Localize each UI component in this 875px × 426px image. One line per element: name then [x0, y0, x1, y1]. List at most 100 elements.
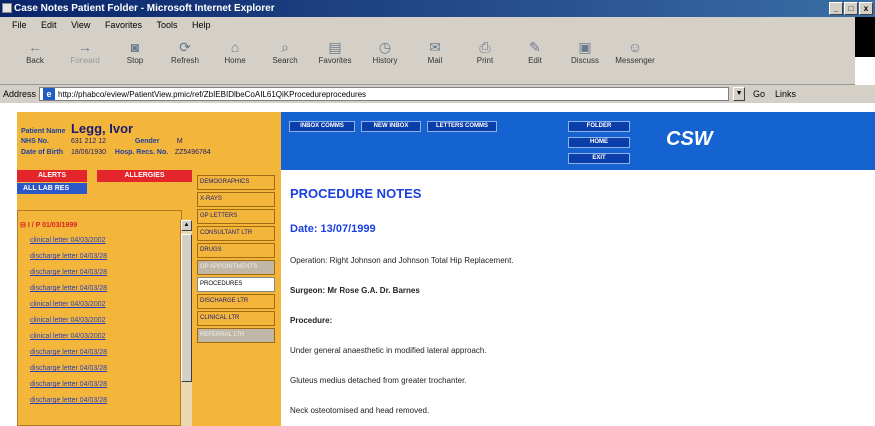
scrollbar-thumb[interactable]: [181, 234, 192, 382]
stop-icon: ◙: [130, 39, 140, 55]
patient-name-label: Patient Name: [21, 128, 66, 135]
menu-edit[interactable]: Edit: [41, 20, 57, 30]
minimize-button[interactable]: _: [829, 2, 843, 15]
tree-item-letter[interactable]: clinical letter 04/03/2002: [30, 317, 106, 324]
page-icon: e: [43, 88, 56, 100]
address-label: Address: [3, 89, 37, 99]
address-dropdown-button[interactable]: ▼: [733, 87, 746, 101]
dob-label: Date of Birth: [21, 149, 63, 156]
forward-arrow-icon: →: [78, 39, 92, 55]
tree-item-letter[interactable]: clinical letter 04/03/2002: [30, 237, 106, 244]
messenger-icon: ☺: [627, 39, 643, 55]
favorites-button[interactable]: ▤ Favorites: [310, 33, 360, 81]
window-controls: _ □ x: [829, 2, 873, 15]
tree-root-admission[interactable]: ⊟ I / P 01/03/1999: [20, 221, 77, 229]
menu-help[interactable]: Help: [192, 20, 211, 30]
nhs-number-label: NHS No.: [21, 138, 49, 145]
discuss-icon: ▣: [578, 39, 592, 55]
mail-icon: ✉: [429, 39, 441, 55]
menu-view[interactable]: View: [71, 20, 90, 30]
tree-scrollbar[interactable]: ▲: [180, 220, 192, 426]
browser-toolbar: ← Back → Forward ◙ Stop ⟳ Refresh ⌂ Home ⌕ Sea…: [0, 33, 855, 85]
forward-button[interactable]: → Forward: [60, 33, 110, 81]
stop-button[interactable]: ◙ Stop: [110, 33, 160, 81]
search-button[interactable]: ⌕ Search: [260, 33, 310, 81]
search-icon: ⌕: [281, 39, 289, 55]
tree-item-letter[interactable]: discharge letter 04/03/28: [30, 285, 107, 292]
history-button[interactable]: ◷ History: [360, 33, 410, 81]
exit-button[interactable]: EXIT: [568, 153, 630, 164]
refresh-icon: ⟳: [179, 39, 191, 55]
tab-consultant-letters[interactable]: CONSULTANT LTR: [197, 226, 275, 241]
all-lab-results-button[interactable]: ALL LAB RES: [17, 183, 87, 194]
tab-x-rays[interactable]: X-RAYS: [197, 192, 275, 207]
address-bar: Address e http://phabco/eview/PatientVie…: [0, 85, 875, 103]
tree-item-letter[interactable]: discharge letter 04/03/28: [30, 349, 107, 356]
close-button[interactable]: x: [859, 2, 873, 15]
tree-item-letter[interactable]: discharge letter 04/03/28: [30, 365, 107, 372]
tab-procedures[interactable]: PROCEDURES: [197, 277, 275, 292]
tab-referral-letters[interactable]: REFERRAL LTR: [197, 328, 275, 343]
window-title-bar: Case Notes Patient Folder - Microsoft In…: [0, 0, 875, 17]
tree-item-letter[interactable]: discharge letter 04/03/28: [30, 397, 107, 404]
procedure-line-1: Under general anaesthetic in modified la…: [290, 346, 487, 355]
go-button[interactable]: Go: [753, 89, 765, 99]
tree-item-letter[interactable]: discharge letter 04/03/28: [30, 381, 107, 388]
refresh-button[interactable]: ⟳ Refresh: [160, 33, 210, 81]
tab-clinical-letters[interactable]: CLINICAL LTR: [197, 311, 275, 326]
dob-value: 18/06/1930: [70, 149, 106, 156]
hosp-rec-value: ZZ5496784: [174, 149, 211, 156]
procedure-line-3: Neck osteotomised and head removed.: [290, 406, 430, 415]
tree-item-letter[interactable]: discharge letter 04/03/28: [30, 269, 107, 276]
folder-button[interactable]: FOLDER: [568, 121, 630, 132]
new-inbox-button[interactable]: NEW INBOX: [361, 121, 421, 132]
tree-item-letter[interactable]: discharge letter 04/03/28: [30, 253, 107, 260]
tree-item-letter[interactable]: clinical letter 04/03/2002: [30, 333, 106, 340]
procedure-date: Date: 13/07/1999: [290, 223, 376, 235]
tab-op-appointments[interactable]: OP APPOINTMENTS: [197, 260, 275, 275]
edit-button[interactable]: ✎ Edit: [510, 33, 560, 81]
section-tabs: DEMOGRAPHICS X-RAYS GP LETTERS CONSULTAN…: [195, 170, 281, 426]
tab-drugs[interactable]: DRUGS: [197, 243, 275, 258]
links-button[interactable]: Links: [775, 89, 796, 99]
messenger-button[interactable]: ☺ Messenger: [610, 33, 660, 81]
back-button[interactable]: ← Back: [10, 33, 60, 81]
menu-favorites[interactable]: Favorites: [105, 20, 142, 30]
letters-comms-button[interactable]: LETTERS COMMS: [427, 121, 497, 132]
mail-button[interactable]: ✉ Mail: [410, 33, 460, 81]
alerts-button[interactable]: ALERTS: [17, 170, 87, 182]
menu-bar: File Edit View Favorites Tools Help: [0, 17, 875, 33]
tab-discharge-letters[interactable]: DISCHARGE LTR: [197, 294, 275, 309]
gender-value: M: [176, 138, 183, 145]
gender-label: Gender: [134, 138, 160, 145]
scroll-up-arrow-icon[interactable]: ▲: [181, 220, 192, 231]
print-button[interactable]: ⎙ Print: [460, 33, 510, 81]
app-header: INBOX COMMS NEW INBOX LETTERS COMMS FOLD…: [281, 112, 875, 170]
nhs-number: 631 212 12: [70, 138, 106, 145]
allergies-button[interactable]: ALLERGIES: [97, 170, 192, 182]
csw-logo: CSW: [666, 128, 713, 150]
operation-text: Operation: Right Johnson and Johnson Tot…: [290, 256, 514, 265]
discuss-button[interactable]: ▣ Discuss: [560, 33, 610, 81]
document-tree: ⊟ I / P 01/03/1999 clinical letter 04/03…: [17, 210, 182, 426]
tab-gp-letters[interactable]: GP LETTERS: [197, 209, 275, 224]
tree-item-letter[interactable]: clinical letter 04/03/2002: [30, 301, 106, 308]
inbox-comms-button[interactable]: INBOX COMMS: [289, 121, 355, 132]
back-arrow-icon: ←: [28, 39, 42, 55]
home-button[interactable]: ⌂ Home: [210, 33, 260, 81]
tab-demographics[interactable]: DEMOGRAPHICS: [197, 175, 275, 190]
home-nav-button[interactable]: HOME: [568, 137, 630, 148]
menu-tools[interactable]: Tools: [156, 20, 177, 30]
patient-header: Patient Name Legg, Ivor NHS No. 631 212 …: [17, 112, 281, 170]
menu-file[interactable]: File: [12, 20, 27, 30]
procedure-notes-content: PROCEDURE NOTES Date: 13/07/1999 Operati…: [281, 170, 875, 426]
window-title: Case Notes Patient Folder - Microsoft In…: [14, 3, 275, 14]
address-input[interactable]: e http://phabco/eview/PatientView.pmic/r…: [39, 87, 730, 101]
left-panel: ALERTS ALLERGIES ALL LAB RES ⊟ I / P 01/…: [17, 170, 195, 426]
surgeon-text: Surgeon: Mr Rose G.A. Dr. Barnes: [290, 286, 420, 295]
address-url: http://phabco/eview/PatientView.pmic/ref…: [58, 89, 367, 99]
hosp-rec-label: Hosp. Recs. No.: [114, 149, 169, 156]
home-icon: ⌂: [230, 39, 240, 55]
favorites-icon: ▤: [328, 39, 342, 55]
maximize-button[interactable]: □: [844, 2, 858, 15]
